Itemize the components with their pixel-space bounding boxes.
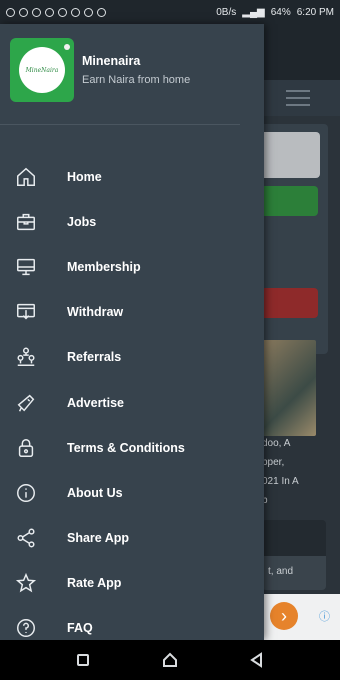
menu-item-referrals[interactable]: Referrals xyxy=(0,335,264,380)
square-icon xyxy=(77,654,90,666)
ad-info-icon[interactable]: ⓘ xyxy=(319,608,330,624)
megaphone-icon xyxy=(14,391,38,415)
menu-label: Membership xyxy=(67,259,141,274)
logo-text: MineNaira xyxy=(25,66,59,74)
menu-label: Rate App xyxy=(67,576,122,591)
back-button[interactable] xyxy=(247,650,267,670)
article-line: doo, A xyxy=(262,438,291,449)
menu-item-home[interactable]: Home xyxy=(0,154,264,199)
article-line: pper, xyxy=(262,457,285,468)
background-red-button xyxy=(258,288,318,318)
background-green-button xyxy=(258,186,318,216)
home-nav-icon xyxy=(162,652,177,667)
drawer-header: MineNaira Minenaira Earn Naira from home xyxy=(0,24,264,124)
battery-level: 64% xyxy=(270,6,291,18)
menu-item-advertise[interactable]: Advertise xyxy=(0,380,264,425)
notification-icon xyxy=(45,7,54,17)
menu-item-terms[interactable]: Terms & Conditions xyxy=(0,425,264,470)
notification-icon xyxy=(71,7,80,17)
notification-icon xyxy=(6,7,15,17)
notification-icon xyxy=(84,7,93,17)
divider xyxy=(0,124,240,125)
menu-label: Referrals xyxy=(67,350,122,365)
background-article-image xyxy=(262,340,316,436)
network-icon xyxy=(14,345,38,369)
star-icon xyxy=(14,571,38,595)
navigation-drawer: MineNaira Minenaira Earn Naira from home… xyxy=(0,24,264,640)
menu-label: Share App xyxy=(67,531,130,546)
signal-icon: ▂▄▆ xyxy=(242,6,265,18)
help-icon xyxy=(14,616,38,640)
clock: 6:20 PM xyxy=(296,6,334,18)
menu-label: Withdraw xyxy=(67,305,124,320)
logo-badge: MineNaira xyxy=(19,47,65,93)
article-line: 021 In A xyxy=(262,476,299,487)
network-speed: 0B/s xyxy=(216,6,237,18)
lock-icon xyxy=(14,436,38,460)
menu-label: Advertise xyxy=(67,395,124,410)
status-bar: 0B/s ▂▄▆ 64% 6:20 PM xyxy=(0,0,340,24)
info-icon xyxy=(14,481,38,505)
menu-label: Home xyxy=(67,169,102,184)
background-white-button xyxy=(258,132,320,178)
drawer-menu: Home Jobs Membership Withdraw Referrals xyxy=(0,154,264,640)
briefcase-icon xyxy=(14,210,38,234)
system-nav-bar xyxy=(0,640,340,680)
app-name: Minenaira xyxy=(82,54,141,68)
app-tagline: Earn Naira from home xyxy=(82,74,191,86)
logo-dot xyxy=(64,44,70,50)
menu-item-withdraw[interactable]: Withdraw xyxy=(0,290,264,335)
notification-icon xyxy=(32,7,41,17)
ad-banner: › ⓘ xyxy=(262,594,340,640)
menu-label: FAQ xyxy=(67,621,93,636)
menu-item-share[interactable]: Share App xyxy=(0,516,264,561)
home-icon xyxy=(14,165,38,189)
app-logo: MineNaira xyxy=(10,38,74,102)
article-line: b xyxy=(262,495,268,506)
menu-label: Jobs xyxy=(67,214,97,229)
share-icon xyxy=(14,526,38,550)
back-triangle-icon xyxy=(249,652,262,668)
withdraw-icon xyxy=(14,300,38,324)
notification-icon xyxy=(97,7,106,17)
recents-button[interactable] xyxy=(73,650,93,670)
notification-icon xyxy=(58,7,67,17)
home-button[interactable] xyxy=(160,650,180,670)
menu-label: Terms & Conditions xyxy=(67,440,185,455)
menu-label: About Us xyxy=(67,485,123,500)
background-article-text: doo, A pper, 021 In A b xyxy=(262,434,322,510)
notification-icons xyxy=(6,7,216,17)
menu-item-membership[interactable]: Membership xyxy=(0,244,264,289)
menu-item-jobs[interactable]: Jobs xyxy=(0,199,264,244)
monitor-icon xyxy=(14,255,38,279)
notification-icon xyxy=(19,7,28,17)
menu-item-faq[interactable]: FAQ xyxy=(0,606,264,640)
ad-arrow-icon[interactable]: › xyxy=(270,602,298,630)
background-card-footer: t, and xyxy=(262,556,326,590)
menu-item-rate[interactable]: Rate App xyxy=(0,561,264,606)
menu-item-about[interactable]: About Us xyxy=(0,470,264,515)
hamburger-icon[interactable] xyxy=(286,90,310,108)
